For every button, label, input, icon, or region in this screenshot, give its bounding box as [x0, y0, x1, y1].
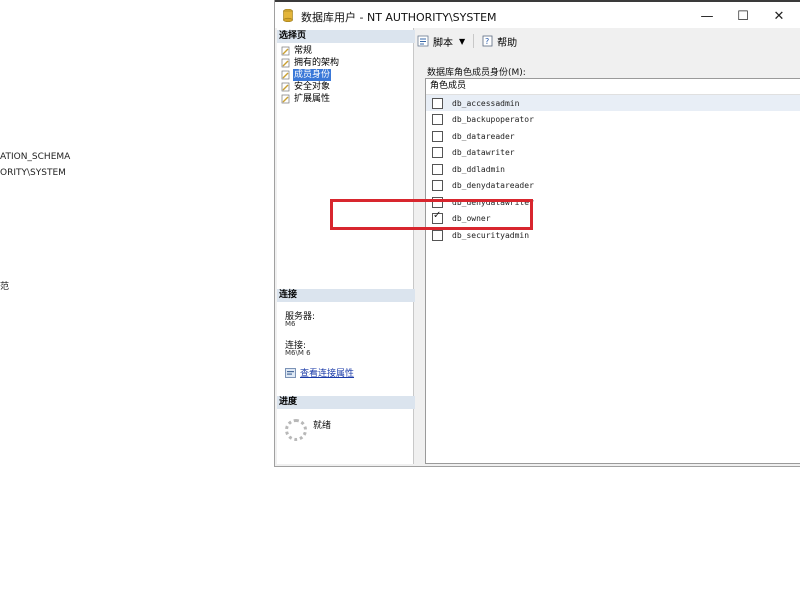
page-item-label: 成员身份 [293, 69, 332, 81]
connection-value: M6\M 6 [285, 349, 311, 357]
role-membership-list[interactable]: 角色成员 db_accessadmin db_backupoperator db… [425, 78, 800, 464]
background-text-authority: ORITY\SYSTEM [0, 168, 66, 178]
role-row[interactable]: db_accessadmin [426, 95, 800, 111]
page-item-label: 安全对象 [294, 82, 331, 92]
toolbar: 脚本 ▼ ? 帮助 [417, 30, 797, 52]
role-checkbox[interactable] [432, 146, 443, 158]
role-row[interactable]: db_datawriter [426, 144, 800, 160]
page-item-extended-properties[interactable]: 扩展属性 [281, 93, 331, 105]
script-icon [417, 35, 429, 47]
page-wrench-icon [281, 82, 290, 92]
background-text-fragment: 范 [0, 282, 10, 292]
page-item-label: 扩展属性 [294, 94, 331, 104]
database-icon [283, 9, 293, 22]
role-row[interactable]: db_backupoperator [426, 111, 800, 127]
role-checkbox[interactable] [432, 97, 443, 109]
role-checkbox[interactable] [432, 163, 443, 175]
role-name: db_backupoperator [452, 114, 534, 124]
page-wrench-icon [281, 70, 290, 80]
role-checkbox[interactable] [432, 130, 443, 142]
background-text-schema: ATION_SCHEMA [0, 152, 71, 162]
role-name: db_datawriter [452, 147, 515, 157]
role-checkbox[interactable] [432, 113, 443, 125]
annotation-highlight-box [330, 199, 533, 230]
page-item-membership[interactable]: 成员身份 [281, 69, 332, 81]
dialog-title: 数据库用户 - NT AUTHORITY\SYSTEM [301, 11, 497, 24]
page-item-label: 常规 [294, 46, 313, 56]
role-name: db_accessadmin [452, 98, 520, 108]
minimize-button[interactable]: — [689, 4, 725, 28]
role-name: db_denydatareader [452, 180, 534, 190]
page-item-label: 拥有的架构 [294, 58, 340, 68]
role-name: db_ddladmin [452, 164, 505, 174]
close-button[interactable]: ✕ [761, 4, 797, 28]
page-wrench-icon [281, 58, 290, 68]
role-members-column-header: 角色成员 [426, 79, 800, 95]
role-checkbox[interactable] [432, 229, 443, 241]
title-bar[interactable]: 数据库用户 - NT AUTHORITY\SYSTEM — ☐ ✕ [275, 2, 800, 28]
page-item-general[interactable]: 常规 [281, 45, 313, 57]
role-checkbox[interactable] [432, 179, 443, 191]
select-page-header: 选择页 [277, 30, 415, 43]
progress-spinner-icon [285, 419, 307, 441]
page-item-owned-schemas[interactable]: 拥有的架构 [281, 57, 340, 69]
view-connection-properties-link[interactable]: 查看连接属性 [285, 366, 354, 379]
role-name: db_securityadmin [452, 230, 530, 240]
chevron-down-icon[interactable]: ▼ [459, 37, 465, 46]
role-row[interactable]: db_datareader [426, 128, 800, 144]
select-page-panel: 选择页 常规 拥有的架构 成员身份 安全对象 扩展属性 连接 服务器: M6 连… [277, 28, 415, 464]
role-row[interactable]: db_ddladmin [426, 161, 800, 177]
page-wrench-icon [281, 46, 290, 56]
help-icon: ? [482, 35, 493, 47]
help-label: 帮助 [497, 37, 518, 49]
role-membership-label: 数据库角色成员身份(M): [427, 68, 526, 78]
role-row[interactable]: db_denydatareader [426, 177, 800, 193]
view-connection-properties-label: 查看连接属性 [300, 369, 355, 379]
script-button[interactable]: 脚本 ▼ [417, 34, 465, 49]
help-button[interactable]: ? 帮助 [482, 34, 517, 49]
page-item-securables[interactable]: 安全对象 [281, 81, 331, 93]
connection-properties-icon [285, 367, 296, 378]
role-name: db_datareader [452, 131, 515, 141]
progress-header: 进度 [277, 396, 415, 409]
server-value: M6 [285, 320, 296, 328]
maximize-button[interactable]: ☐ [725, 4, 761, 28]
toolbar-divider [473, 34, 475, 48]
database-user-dialog: 数据库用户 - NT AUTHORITY\SYSTEM — ☐ ✕ 选择页 常规… [274, 0, 800, 467]
svg-text:?: ? [485, 37, 489, 46]
script-label: 脚本 [433, 37, 453, 49]
page-wrench-icon [281, 94, 290, 104]
connection-header: 连接 [277, 289, 415, 302]
progress-status: 就绪 [313, 421, 332, 431]
